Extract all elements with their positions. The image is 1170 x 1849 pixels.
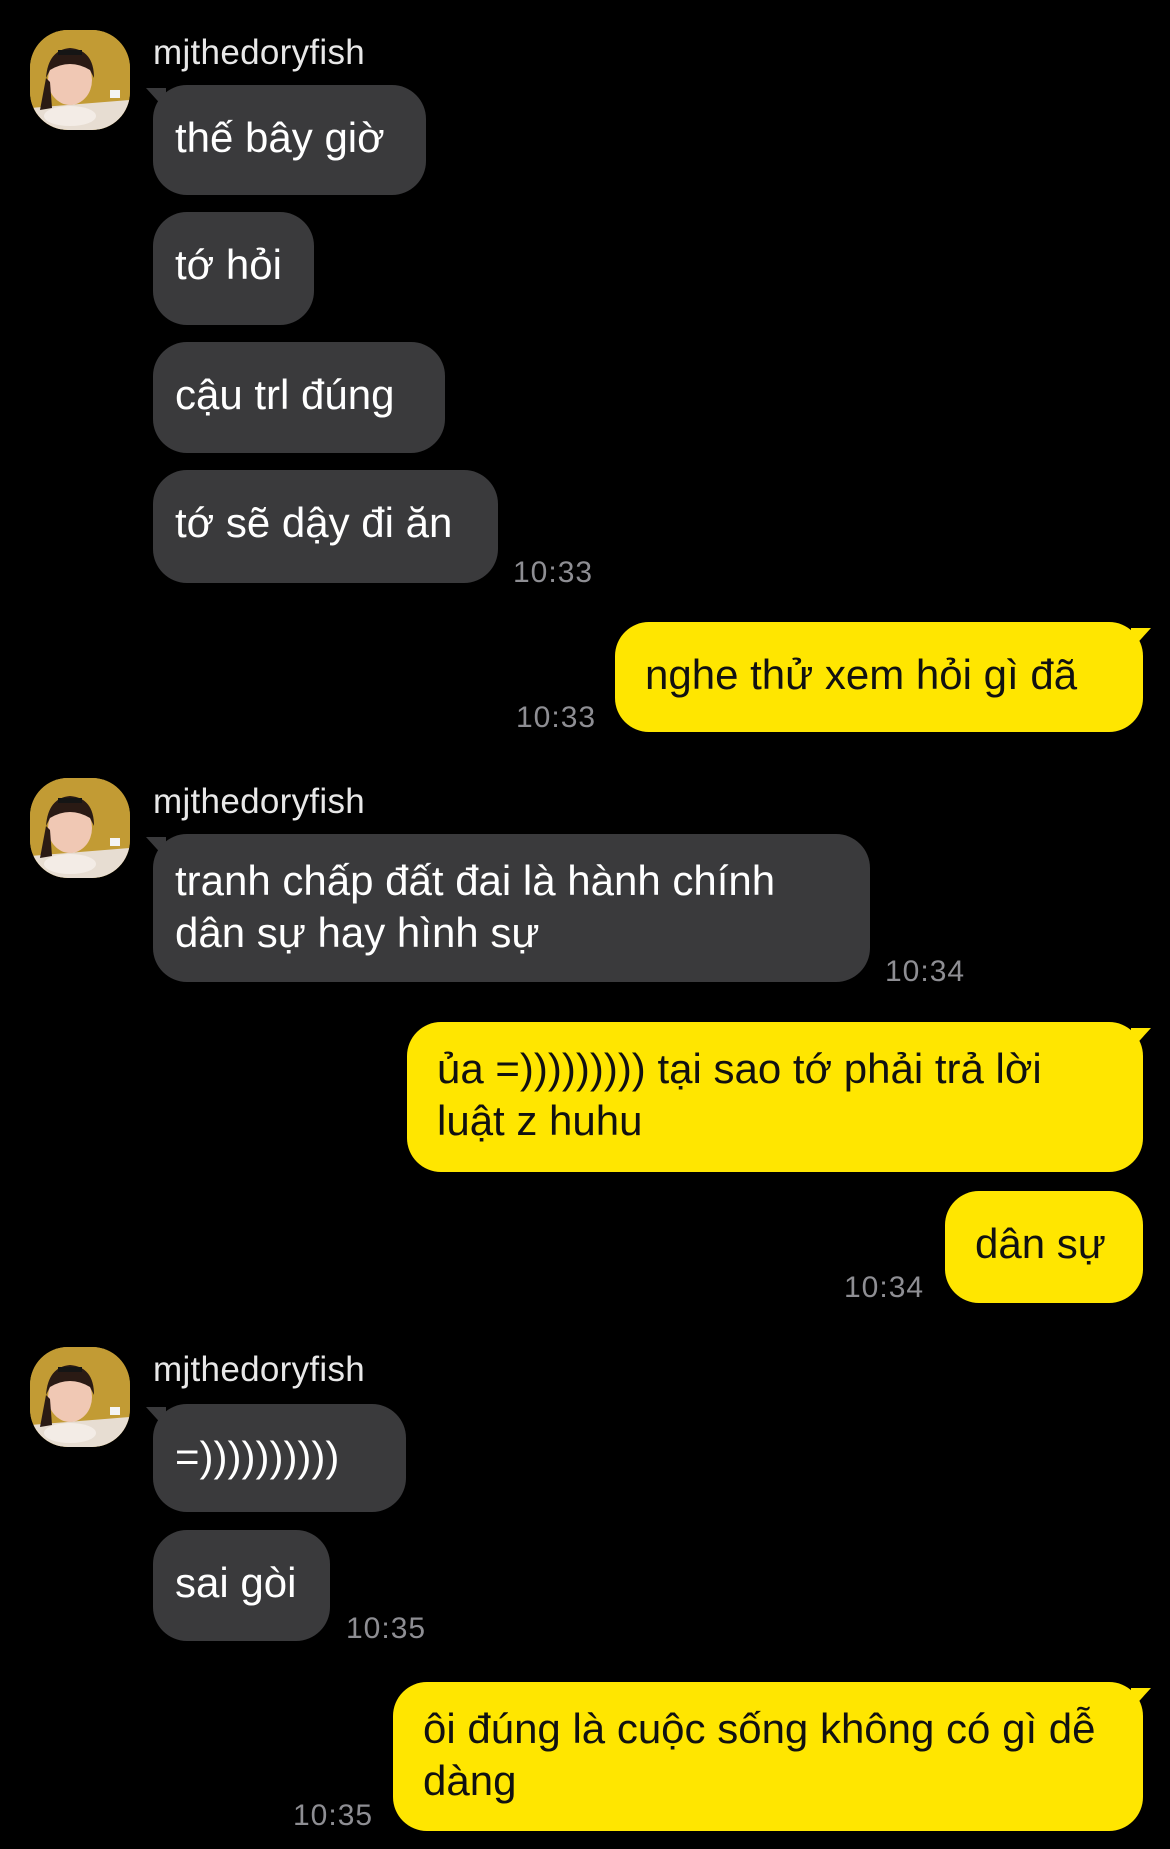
sender-name: mjthedoryfish [153, 782, 366, 821]
message-timestamp: 10:35 [293, 1799, 374, 1832]
message-timestamp: 10:34 [844, 1271, 925, 1304]
avatar[interactable] [30, 1347, 130, 1447]
outgoing-message-bubble[interactable]: ôi đúng là cuộc sống không có gì dễ dàng [393, 1682, 1143, 1831]
outgoing-message-bubble[interactable]: nghe thử xem hỏi gì đã [615, 622, 1143, 732]
message-timestamp: 10:33 [516, 701, 597, 734]
incoming-message-bubble[interactable]: tớ sẽ dậy đi ăn [153, 470, 498, 583]
bubble-tail [1131, 1028, 1151, 1050]
bubble-tail [1131, 1688, 1151, 1710]
incoming-message-bubble[interactable]: =)))))))))) [153, 1404, 406, 1512]
avatar-photo-icon [30, 1347, 130, 1447]
incoming-message-bubble[interactable]: tớ hỏi [153, 212, 314, 325]
avatar[interactable] [30, 30, 130, 130]
sender-name: mjthedoryfish [153, 1350, 366, 1389]
message-timestamp: 10:33 [513, 556, 594, 589]
message-timestamp: 10:34 [885, 955, 966, 988]
sender-name: mjthedoryfish [153, 33, 366, 72]
avatar-photo-icon [30, 30, 130, 130]
incoming-message-bubble[interactable]: tranh chấp đất đai là hành chính dân sự … [153, 834, 870, 982]
outgoing-message-bubble[interactable]: dân sự [945, 1191, 1143, 1303]
incoming-message-bubble[interactable]: sai gòi [153, 1530, 330, 1641]
avatar-photo-icon [30, 778, 130, 878]
incoming-message-bubble[interactable]: cậu trl đúng [153, 342, 445, 453]
message-timestamp: 10:35 [346, 1612, 427, 1645]
incoming-message-bubble[interactable]: thế bây giờ [153, 85, 426, 195]
outgoing-message-bubble[interactable]: ủa =))))))))) tại sao tớ phải trả lời lu… [407, 1022, 1143, 1172]
bubble-tail [1131, 628, 1151, 650]
avatar[interactable] [30, 778, 130, 878]
